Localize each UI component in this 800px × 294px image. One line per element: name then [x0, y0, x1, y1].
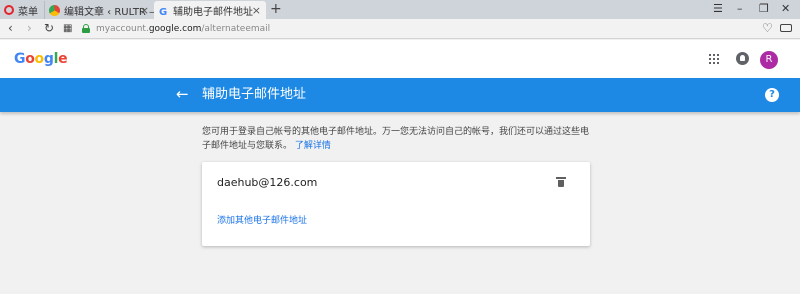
- page-title: 辅助电子邮件地址: [202, 87, 307, 102]
- reload-icon[interactable]: ↻: [44, 21, 54, 36]
- email-address: daehub@126.com: [217, 176, 318, 189]
- google-logo[interactable]: Google: [14, 51, 68, 67]
- restore-icon[interactable]: ❐: [759, 2, 769, 16]
- url-text: myaccount.google.com/alternateemail: [96, 23, 271, 34]
- url-field[interactable]: myaccount.google.com/alternateemail: [82, 21, 782, 36]
- menu-label: 菜单: [18, 6, 38, 18]
- description-text: 您可用于登录自己帐号的其他电子邮件地址。万一您无法访问自己的帐号，我们还可以通过…: [202, 127, 590, 151]
- lock-icon: [82, 24, 90, 33]
- delete-trash-icon[interactable]: [556, 177, 566, 187]
- forward-icon[interactable]: ›: [27, 21, 32, 36]
- address-bar: ‹ › ↻ ▦ myaccount.google.com/alternateem…: [0, 19, 800, 39]
- minimize-icon[interactable]: –: [737, 2, 743, 16]
- svg-text:G: G: [159, 7, 167, 16]
- close-tab-icon[interactable]: ×: [252, 4, 261, 17]
- new-tab-icon[interactable]: +: [270, 1, 282, 17]
- apps-grid-icon[interactable]: [709, 54, 719, 64]
- add-email-link[interactable]: 添加其他电子邮件地址: [217, 213, 307, 226]
- battery-saver-icon[interactable]: [780, 24, 792, 32]
- google-header: Google R: [0, 40, 800, 78]
- tab-edit-article[interactable]: 编辑文章 ‹ RULTR — Wo ×: [44, 1, 154, 19]
- page-description: 您可用于登录自己帐号的其他电子邮件地址。万一您无法访问自己的帐号，我们还可以通过…: [202, 125, 597, 153]
- google-favicon-icon: G: [159, 7, 167, 16]
- close-window-icon[interactable]: ✕: [781, 2, 790, 16]
- opera-logo-icon: [4, 5, 14, 15]
- tab-menu-icon[interactable]: ☰: [713, 2, 723, 16]
- tab-label: 辅助电子邮件地址: [173, 7, 253, 18]
- opera-menu-button[interactable]: 菜单: [4, 1, 38, 19]
- speed-dial-icon[interactable]: ▦: [63, 21, 72, 36]
- back-icon[interactable]: ‹: [8, 21, 13, 36]
- bookmark-heart-icon[interactable]: ♡: [762, 21, 773, 36]
- close-tab-icon[interactable]: ×: [140, 4, 149, 17]
- chrome-favicon-icon: [49, 4, 60, 16]
- back-arrow-icon[interactable]: ←: [176, 84, 189, 104]
- email-card: daehub@126.com 添加其他电子邮件地址: [202, 162, 590, 246]
- browser-tab-strip: 菜单 编辑文章 ‹ RULTR — Wo × G 辅助电子邮件地址 × + ☰ …: [0, 0, 800, 20]
- help-icon[interactable]: ?: [765, 88, 779, 102]
- learn-more-link[interactable]: 了解详情: [295, 141, 331, 151]
- tab-alternate-email[interactable]: G 辅助电子邮件地址 ×: [154, 1, 266, 20]
- notifications-icon[interactable]: [736, 52, 749, 65]
- avatar[interactable]: R: [760, 51, 778, 69]
- title-bar: ← 辅助电子邮件地址 ?: [0, 78, 800, 112]
